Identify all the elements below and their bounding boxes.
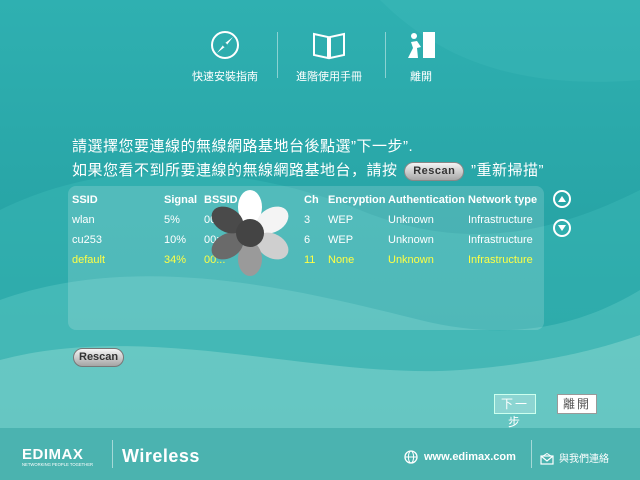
svg-text:EDIMAX: EDIMAX [22,446,83,463]
table-row[interactable]: wlan 5% 00:0E...05:96 3 WEP Unknown Infr… [72,210,548,230]
website-text: www.edimax.com [424,450,516,463]
nav-divider [277,32,278,78]
compass-icon [211,31,239,59]
cell-network-type: Infrastructure [468,234,533,246]
column-header-encryption[interactable]: Encryption [328,190,388,210]
nav-label: 快速安裝指南 [192,71,258,83]
column-header-channel[interactable]: Ch [304,190,328,210]
chevron-up-icon [558,196,566,202]
column-header-network-type[interactable]: Network type [468,190,548,210]
instruction-text: ”重新掃描” [471,162,544,179]
exit-link[interactable]: 離開 [376,28,466,84]
top-navigation: 快速安裝指南 進階使用手冊 離開 [0,0,640,100]
table-row[interactable]: cu253 10% 00:0...7A 6 WEP Unknown Infras… [72,230,548,250]
svg-text:NETWORKING PEOPLE TOGETHER: NETWORKING PEOPLE TOGETHER [22,462,93,467]
cell-network-type: Infrastructure [468,214,533,226]
edimax-logo: EDIMAX NETWORKING PEOPLE TOGETHER [22,446,93,467]
quick-install-guide-link[interactable]: 快速安裝指南 [180,28,270,84]
cell-signal: 34% [164,254,187,266]
instruction-line-2: 如果您看不到所要連線的無線網路基地台，請按 Rescan ”重新掃描” [72,159,544,181]
cell-channel: 6 [304,234,311,246]
footer-divider [531,440,532,468]
cell-channel: 3 [304,214,311,226]
cell-encryption: WEP [328,214,354,226]
cell-signal: 5% [164,214,180,226]
contact-text: 與我們連絡 [559,454,609,465]
table-row-selected[interactable]: default 34% 00... 11 None Unknown Infras… [72,250,548,270]
nav-label: 離開 [410,71,432,83]
column-header-signal[interactable]: Signal [164,190,204,210]
next-step-button[interactable]: 下一步 [494,394,536,429]
cell-authentication: Unknown [388,254,434,266]
column-header-ssid[interactable]: SSID [72,190,164,210]
instruction-line-1: 請選擇您要連線的無線網路基地台後點選”下一步”. [72,138,414,155]
loading-spinner-icon [211,190,289,276]
cell-encryption: None [328,254,355,266]
mail-icon [540,453,554,465]
scroll-up-button[interactable] [553,190,571,208]
advanced-manual-link[interactable]: 進階使用手冊 [284,28,374,84]
globe-icon [404,450,418,464]
cell-encryption: WEP [328,234,354,246]
cell-channel: 11 [304,254,316,266]
cell-ssid: default [72,254,106,266]
exit-button[interactable]: 離開 [557,394,597,414]
column-header-authentication[interactable]: Authentication [388,190,468,210]
rescan-button[interactable]: Rescan [73,348,125,367]
cell-authentication: Unknown [388,234,434,246]
contact-us-link[interactable]: 與我們連絡 [540,450,609,465]
instruction-text: 如果您看不到所要連線的無線網路基地台，請按 [72,162,398,179]
nav-label: 進階使用手冊 [296,71,362,83]
cell-ssid: cu253 [72,234,102,246]
cell-authentication: Unknown [388,214,434,226]
footer-divider [112,440,113,468]
table-header-row: SSID Signal BSSID Ch Encryption Authenti… [72,190,548,210]
cell-network-type: Infrastructure [468,254,533,266]
chevron-down-icon [558,225,566,231]
inline-rescan-button[interactable]: Rescan [404,161,465,181]
website-link[interactable]: www.edimax.com [404,450,516,464]
cell-signal: 10% [164,234,187,246]
cell-ssid: wlan [72,214,95,226]
network-list-table: SSID Signal BSSID Ch Encryption Authenti… [72,190,548,270]
product-name: Wireless [122,446,200,466]
book-icon [313,32,345,60]
exit-door-icon [408,32,435,58]
scroll-down-button[interactable] [553,219,571,237]
